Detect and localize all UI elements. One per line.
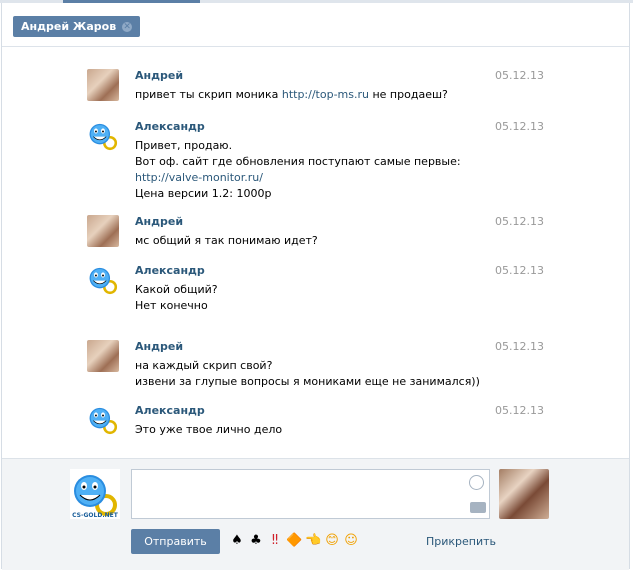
- message-text: на каждый скрип свой? извени за глупые во…: [135, 358, 480, 390]
- message-date: 05.12.13: [495, 404, 544, 417]
- message-text: Какой общий? Нет конечно: [135, 282, 218, 314]
- message-author[interactable]: Андрей: [135, 340, 183, 354]
- peer-avatar[interactable]: [499, 469, 549, 519]
- message-input[interactable]: [131, 469, 490, 519]
- emoji-icon[interactable]: ‼: [267, 533, 283, 549]
- message-text: мс общий я так понимаю идет?: [135, 233, 318, 249]
- send-button[interactable]: Отправить: [131, 529, 220, 554]
- message-date: 05.12.13: [495, 120, 544, 133]
- emoji-icon[interactable]: ♠: [229, 533, 245, 549]
- message-text: Привет, продаю. Вот оф. сайт где обновлен…: [135, 138, 461, 202]
- message-text-part: Это уже твое лично дело: [135, 423, 283, 436]
- top-tab-bar: [0, 0, 633, 3]
- message-date: 05.12.13: [495, 215, 544, 228]
- active-tab-indicator: [63, 0, 200, 3]
- message-text: привет ты скрип моника http://top-ms.ru …: [135, 87, 448, 103]
- message-text: Это уже твое лично дело: [135, 422, 282, 438]
- message-text-part: на каждый скрип свой?: [135, 359, 273, 372]
- message-text-part: привет ты скрип моника: [135, 88, 282, 101]
- emoji-icon[interactable]: 🔶: [286, 533, 302, 549]
- message-line: Цена версии 1.2: 1000р: [135, 186, 461, 202]
- message-link[interactable]: http://valve-monitor.ru/: [135, 171, 263, 184]
- message-avatar[interactable]: [87, 120, 119, 152]
- message-line: извени за глупые вопросы я мониками еще …: [135, 374, 480, 390]
- emoji-icon[interactable]: ♣: [248, 533, 264, 549]
- message-avatar[interactable]: [87, 215, 119, 247]
- emoji-bar: ♠ ♣ ‼ 🔶 👈 😊 ☺: [229, 531, 359, 551]
- right-border: [629, 3, 630, 569]
- message-author[interactable]: Андрей: [135, 69, 183, 83]
- message-text-part: Вот оф. сайт где обновления поступают са…: [135, 155, 461, 168]
- message-text-part: Цена версии 1.2: 1000р: [135, 187, 272, 200]
- smile-icon[interactable]: [469, 475, 484, 490]
- message-text-part: Нет конечно: [135, 299, 208, 312]
- message-author[interactable]: Александр: [135, 264, 205, 278]
- message-line: Вот оф. сайт где обновления поступают са…: [135, 154, 461, 170]
- message-line: мс общий я так понимаю идет?: [135, 233, 318, 249]
- avatar-logo-text: CS-GOLD.NET: [72, 512, 119, 519]
- message-line: Это уже твое лично дело: [135, 422, 282, 438]
- close-icon[interactable]: ✕: [122, 21, 133, 32]
- message-line: привет ты скрип моника http://top-ms.ru …: [135, 87, 448, 103]
- message-date: 05.12.13: [495, 264, 544, 277]
- dialog-tab-title: Андрей Жаров: [21, 20, 117, 33]
- message-line: http://valve-monitor.ru/: [135, 170, 461, 186]
- message-avatar[interactable]: [87, 404, 119, 436]
- message-author[interactable]: Андрей: [135, 215, 183, 229]
- message-text-part: Привет, продаю.: [135, 139, 233, 152]
- message-link[interactable]: http://top-ms.ru: [282, 88, 369, 101]
- message-line: Какой общий?: [135, 282, 218, 298]
- message-author[interactable]: Александр: [135, 120, 205, 134]
- attach-link[interactable]: Прикрепить: [426, 535, 496, 548]
- message-line: Нет конечно: [135, 298, 218, 314]
- message-author[interactable]: Александр: [135, 404, 205, 418]
- message-log[interactable]: Андрей 05.12.13 привет ты скрип моника htt…: [2, 47, 629, 458]
- message-avatar[interactable]: [87, 69, 119, 101]
- emoji-icon[interactable]: 👈: [305, 533, 321, 549]
- emoji-icon[interactable]: ☺: [343, 533, 359, 549]
- message-avatar[interactable]: [87, 264, 119, 296]
- message-date: 05.12.13: [495, 69, 544, 82]
- my-avatar[interactable]: CS-GOLD.NET: [70, 469, 120, 519]
- message-text-part: извени за глупые вопросы я мониками еще …: [135, 375, 480, 388]
- message-text-part: Какой общий?: [135, 283, 218, 296]
- message-avatar[interactable]: [87, 340, 119, 372]
- message-text-part: не продаеш?: [368, 88, 448, 101]
- message-text-part: мс общий я так понимаю идет?: [135, 234, 318, 247]
- message-date: 05.12.13: [495, 340, 544, 353]
- emoji-icon[interactable]: 😊: [324, 533, 340, 549]
- message-line: на каждый скрип свой?: [135, 358, 480, 374]
- smiley-avatar-icon: CS-GOLD.NET: [72, 475, 119, 519]
- camera-icon[interactable]: [470, 502, 486, 513]
- dialog-tab[interactable]: Андрей Жаров ✕: [13, 16, 141, 37]
- message-line: Привет, продаю.: [135, 138, 461, 154]
- composer: CS-GOLD.NET Отправить ♠ ♣ ‼ 🔶 👈 😊 ☺ Прикрепить: [2, 458, 629, 570]
